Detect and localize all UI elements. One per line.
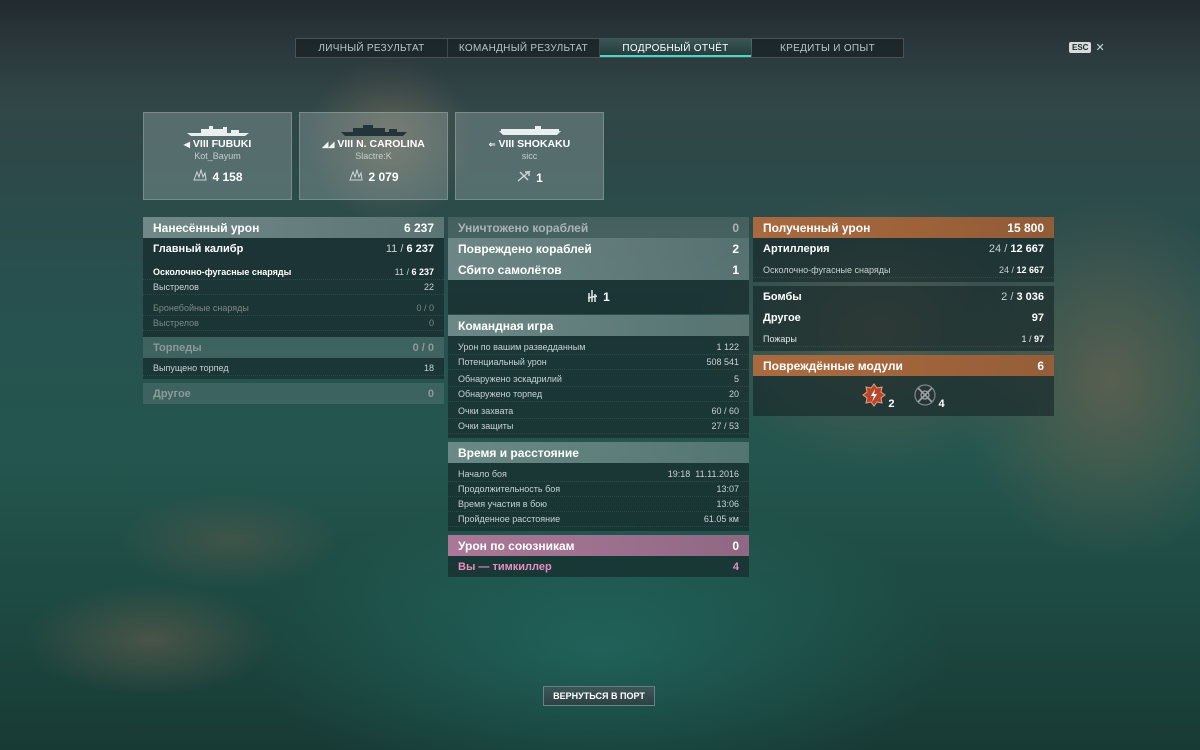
defense-points-row: Очки защиты 27 / 53 — [448, 419, 749, 434]
damage-received-header: Полученный урон 15 800 — [753, 217, 1054, 238]
return-to-port-button[interactable]: ВЕРНУТЬСЯ В ПОРТ — [543, 686, 655, 706]
damage-dealt-header: Нанесённый урон 6 237 — [143, 217, 444, 238]
distance-row: Пройденное расстояние 61.05 км — [448, 512, 749, 527]
ship-name: VIII N. CAROLINA — [337, 138, 425, 150]
time-distance-header: Время и расстояние — [448, 442, 749, 463]
ship-stat-value: 1 — [536, 170, 543, 185]
artillery-row: Артиллерия 24 / 12 667 — [753, 238, 1054, 259]
ship-card-shokaku[interactable]: ⇐ VIII SHOKAKU sicc 1 — [455, 112, 604, 200]
other-damage-row: Другое 0 — [143, 383, 444, 404]
esc-key-label: ESC — [1069, 42, 1092, 53]
teamplay-details: Урон по вашим разведданным 1 122 Потенциа… — [448, 336, 749, 438]
fires-row: Пожары 1 / 97 — [753, 332, 1054, 347]
ap-shells-row: Бронебойные снаряды 0 / 0 — [143, 301, 444, 316]
tab-team-result[interactable]: КОМАНДНЫЙ РЕЗУЛЬТАТ — [448, 39, 600, 57]
ally-damage-header: Урон по союзникам 0 — [448, 535, 749, 556]
damaged-modules-header: Повреждённые модули 6 — [753, 355, 1054, 376]
main-battery-row: Главный калибр 11 / 6 237 — [143, 238, 444, 259]
capture-points-row: Очки захвата 60 / 60 — [448, 404, 749, 419]
ship-stat-value: 4 158 — [212, 169, 243, 184]
teamplay-header: Командная игра — [448, 315, 749, 336]
other-received-row: Другое 97 — [753, 307, 1054, 328]
ship-silhouette-icon — [183, 123, 253, 137]
damaged-modules-icons: 2 4 — [753, 376, 1054, 416]
ship-name: VIII FUBUKI — [192, 138, 252, 150]
player-name: sicc — [521, 151, 538, 161]
main-battery-details: Осколочно-фугасные снаряды 11 / 6 237 Вы… — [143, 259, 444, 337]
ship-silhouette-icon — [495, 123, 565, 137]
time-distance-details: Начало боя 19:18 11.11.2016 Продолжительн… — [448, 463, 749, 531]
battle-duration-row: Продолжительность боя 13:07 — [448, 482, 749, 497]
damage-icon — [348, 168, 364, 184]
close-button[interactable]: ESC ✕ — [1069, 41, 1105, 54]
ship-silhouette-icon — [339, 123, 409, 137]
planes-shot-row: Сбито самолётов 1 — [448, 259, 749, 280]
torpedoes-launched-row: Выпущено торпед 18 — [143, 361, 444, 376]
damage-dealt-panel: Нанесённый урон 6 237 Главный калибр 11 … — [143, 217, 444, 404]
ships-destroyed-row: Уничтожено кораблей 0 — [448, 217, 749, 238]
torpedoes-row: Торпеды 0 / 0 — [143, 337, 444, 358]
result-tabs: ЛИЧНЫЙ РЕЗУЛЬТАТ КОМАНДНЫЙ РЕЗУЛЬТАТ ПОД… — [295, 38, 904, 58]
destroyer-icon: ◀ — [183, 139, 190, 149]
tab-detailed-report[interactable]: ПОДРОБНЫЙ ОТЧЁТ — [600, 39, 752, 57]
ap-shots-row: Выстрелов 0 — [143, 316, 444, 331]
center-panel: Уничтожено кораблей 0 Повреждено корабле… — [448, 217, 749, 577]
spotting-damage-row: Урон по вашим разведданным 1 122 — [448, 340, 749, 355]
ship-card-n-carolina[interactable]: ◢◢ VIII N. CAROLINA Slactre:K 2 079 — [299, 112, 448, 200]
he-shells-row: Осколочно-фугасные снаряды 11 / 6 237 — [143, 265, 444, 280]
he-shots-row: Выстрелов 22 — [143, 280, 444, 295]
time-in-battle-row: Время участия в бою 13:06 — [448, 497, 749, 512]
planes-shot-summary: 1 — [448, 280, 749, 314]
player-name: Kot_Bayum — [194, 151, 241, 161]
plane-kill-icon — [516, 169, 532, 186]
torpedoes-spotted-row: Обнаружено торпед 20 — [448, 387, 749, 402]
plane-kill-icon — [587, 289, 599, 306]
carrier-icon: ⇐ — [488, 139, 496, 149]
teamkiller-row: Вы — тимкиллер 4 — [448, 556, 749, 577]
engine-damage-icon — [862, 382, 887, 410]
he-shells-received-row: Осколочно-фугасные снаряды 24 / 12 667 — [753, 263, 1054, 278]
tab-personal-result[interactable]: ЛИЧНЫЙ РЕЗУЛЬТАТ — [296, 39, 448, 57]
ship-name: VIII SHOKAKU — [498, 138, 571, 150]
damage-received-panel: Полученный урон 15 800 Артиллерия 24 / 1… — [753, 217, 1054, 416]
player-name: Slactre:K — [355, 151, 392, 161]
steering-damage-icon — [913, 383, 937, 410]
battleship-icon: ◢◢ — [322, 139, 335, 149]
tab-credits-xp[interactable]: КРЕДИТЫ И ОПЫТ — [752, 39, 903, 57]
ship-card-fubuki[interactable]: ◀ VIII FUBUKI Kot_Bayum 4 158 — [143, 112, 292, 200]
ship-stat-value: 2 079 — [368, 169, 399, 184]
potential-damage-row: Потенциальный урон 508 541 — [448, 355, 749, 370]
squadrons-spotted-row: Обнаружено эскадрилий 5 — [448, 372, 749, 387]
bombs-row: Бомбы 2 / 3 036 — [753, 286, 1054, 307]
damage-icon — [192, 168, 208, 184]
ships-damaged-row: Повреждено кораблей 2 — [448, 238, 749, 259]
close-icon: ✕ — [1095, 42, 1105, 54]
battle-start-row: Начало боя 19:18 11.11.2016 — [448, 467, 749, 482]
